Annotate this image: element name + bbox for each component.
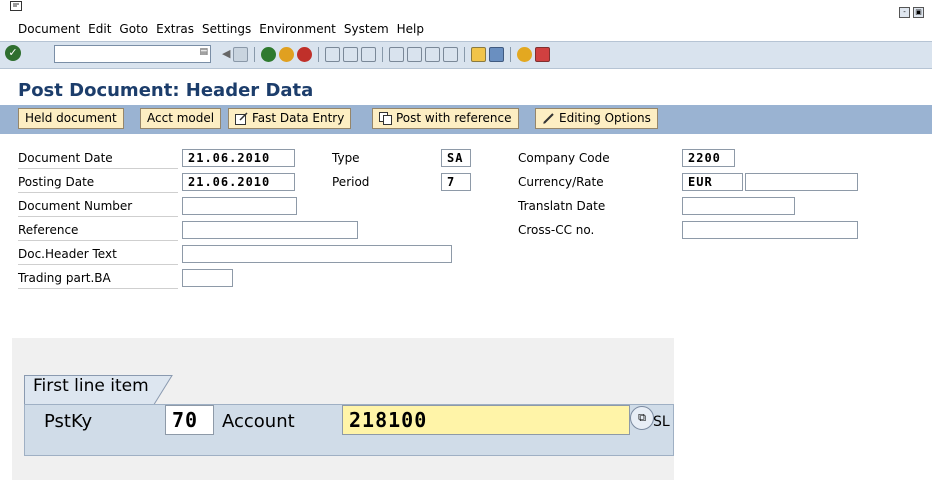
menu-settings[interactable]: Settings xyxy=(202,22,251,38)
reference-label: Reference xyxy=(18,220,178,241)
menu-system[interactable]: System xyxy=(344,22,389,38)
find-icon[interactable] xyxy=(343,46,358,62)
last-page-icon[interactable] xyxy=(443,46,458,62)
held-document-button[interactable]: Held document xyxy=(18,108,124,129)
window-controls: - ▣ xyxy=(899,7,924,18)
separator xyxy=(254,46,255,62)
fast-entry-icon xyxy=(235,112,248,125)
cancel-icon[interactable] xyxy=(297,46,312,62)
period-field[interactable]: 7 xyxy=(441,173,471,191)
editing-options-button[interactable]: Editing Options xyxy=(535,108,658,129)
pstky-field[interactable]: 70 xyxy=(165,405,214,435)
menu-extras[interactable]: Extras xyxy=(156,22,194,38)
acct-model-label: Acct model xyxy=(147,111,215,125)
fast-data-entry-button[interactable]: Fast Data Entry xyxy=(228,108,352,129)
pstky-label: PstKy xyxy=(44,411,93,432)
create-session-icon[interactable] xyxy=(471,46,486,62)
restore-icon[interactable]: ▣ xyxy=(913,7,924,18)
minimize-icon[interactable]: - xyxy=(899,7,910,18)
company-code-label: Company Code xyxy=(518,151,610,165)
cross-cc-no-label: Cross-CC no. xyxy=(518,223,595,237)
page-title: Post Document: Header Data xyxy=(18,80,314,101)
translatn-date-label: Translatn Date xyxy=(518,199,606,213)
menu-goto[interactable]: Goto xyxy=(119,22,148,38)
separator xyxy=(510,46,511,62)
acct-model-button[interactable]: Acct model xyxy=(140,108,222,129)
account-field[interactable]: 218100 xyxy=(342,405,630,435)
separator xyxy=(318,46,319,62)
posting-date-label: Posting Date xyxy=(18,172,178,193)
previous-page-icon[interactable] xyxy=(407,46,422,62)
back-arrow-small-icon[interactable]: ◀ xyxy=(222,47,230,62)
menu-bar: Document Edit Goto Extras Settings Envir… xyxy=(18,22,432,38)
held-document-label: Held document xyxy=(25,111,117,125)
currency-field[interactable]: EUR xyxy=(682,173,743,191)
search-help-icon[interactable]: ⧉ xyxy=(630,406,654,430)
menu-edit[interactable]: Edit xyxy=(88,22,111,38)
reference-field[interactable] xyxy=(182,221,358,239)
exit-icon[interactable] xyxy=(279,46,294,62)
posting-date-field[interactable]: 21.06.2010 xyxy=(182,173,295,191)
save-icon[interactable] xyxy=(233,46,248,62)
document-date-field[interactable]: 21.06.2010 xyxy=(182,149,295,167)
post-with-reference-button[interactable]: Post with reference xyxy=(372,108,519,129)
back-icon[interactable] xyxy=(261,46,276,62)
shortcut-icon[interactable] xyxy=(489,46,504,62)
document-number-field[interactable] xyxy=(182,197,297,215)
command-field[interactable]: ▤ xyxy=(54,45,211,63)
document-number-label: Document Number xyxy=(18,196,178,217)
layout-menu-icon[interactable] xyxy=(535,46,550,62)
cross-cc-no-field[interactable] xyxy=(682,221,858,239)
editing-options-label: Editing Options xyxy=(559,111,651,125)
translatn-date-field[interactable] xyxy=(682,197,795,215)
separator xyxy=(464,46,465,62)
currency-rate-label: Currency/Rate xyxy=(518,175,604,189)
find-next-icon[interactable] xyxy=(361,46,376,62)
command-history-icon[interactable]: ▤ xyxy=(199,47,208,57)
type-label: Type xyxy=(332,151,360,165)
toolbar-icons: ◀ xyxy=(222,45,550,63)
copy-icon xyxy=(379,112,392,125)
help-icon[interactable] xyxy=(517,46,532,62)
first-line-item-title: First line item xyxy=(33,376,149,396)
menu-help[interactable]: Help xyxy=(397,22,424,38)
menu-environment[interactable]: Environment xyxy=(259,22,336,38)
exchange-rate-field[interactable] xyxy=(745,173,858,191)
enter-check-icon[interactable]: ✓ xyxy=(5,45,21,61)
menu-document[interactable]: Document xyxy=(18,22,80,38)
system-menu-icon[interactable] xyxy=(10,1,22,11)
next-page-icon[interactable] xyxy=(425,46,440,62)
account-label: Account xyxy=(222,411,295,432)
post-with-reference-label: Post with reference xyxy=(396,111,512,125)
doc-header-text-field[interactable] xyxy=(182,245,452,263)
pencil-icon xyxy=(543,113,554,124)
first-page-icon[interactable] xyxy=(389,46,404,62)
document-date-label: Document Date xyxy=(18,148,178,169)
period-label: Period xyxy=(332,175,370,189)
type-field[interactable]: SA xyxy=(441,149,471,167)
account-type-suffix: SL xyxy=(653,414,670,430)
print-icon[interactable] xyxy=(325,46,340,62)
trading-part-ba-label: Trading part.BA xyxy=(18,268,178,289)
company-code-field[interactable]: 2200 xyxy=(682,149,735,167)
separator xyxy=(382,46,383,62)
trading-part-ba-field[interactable] xyxy=(182,269,233,287)
doc-header-text-label: Doc.Header Text xyxy=(18,244,178,265)
fast-data-entry-label: Fast Data Entry xyxy=(252,111,345,125)
